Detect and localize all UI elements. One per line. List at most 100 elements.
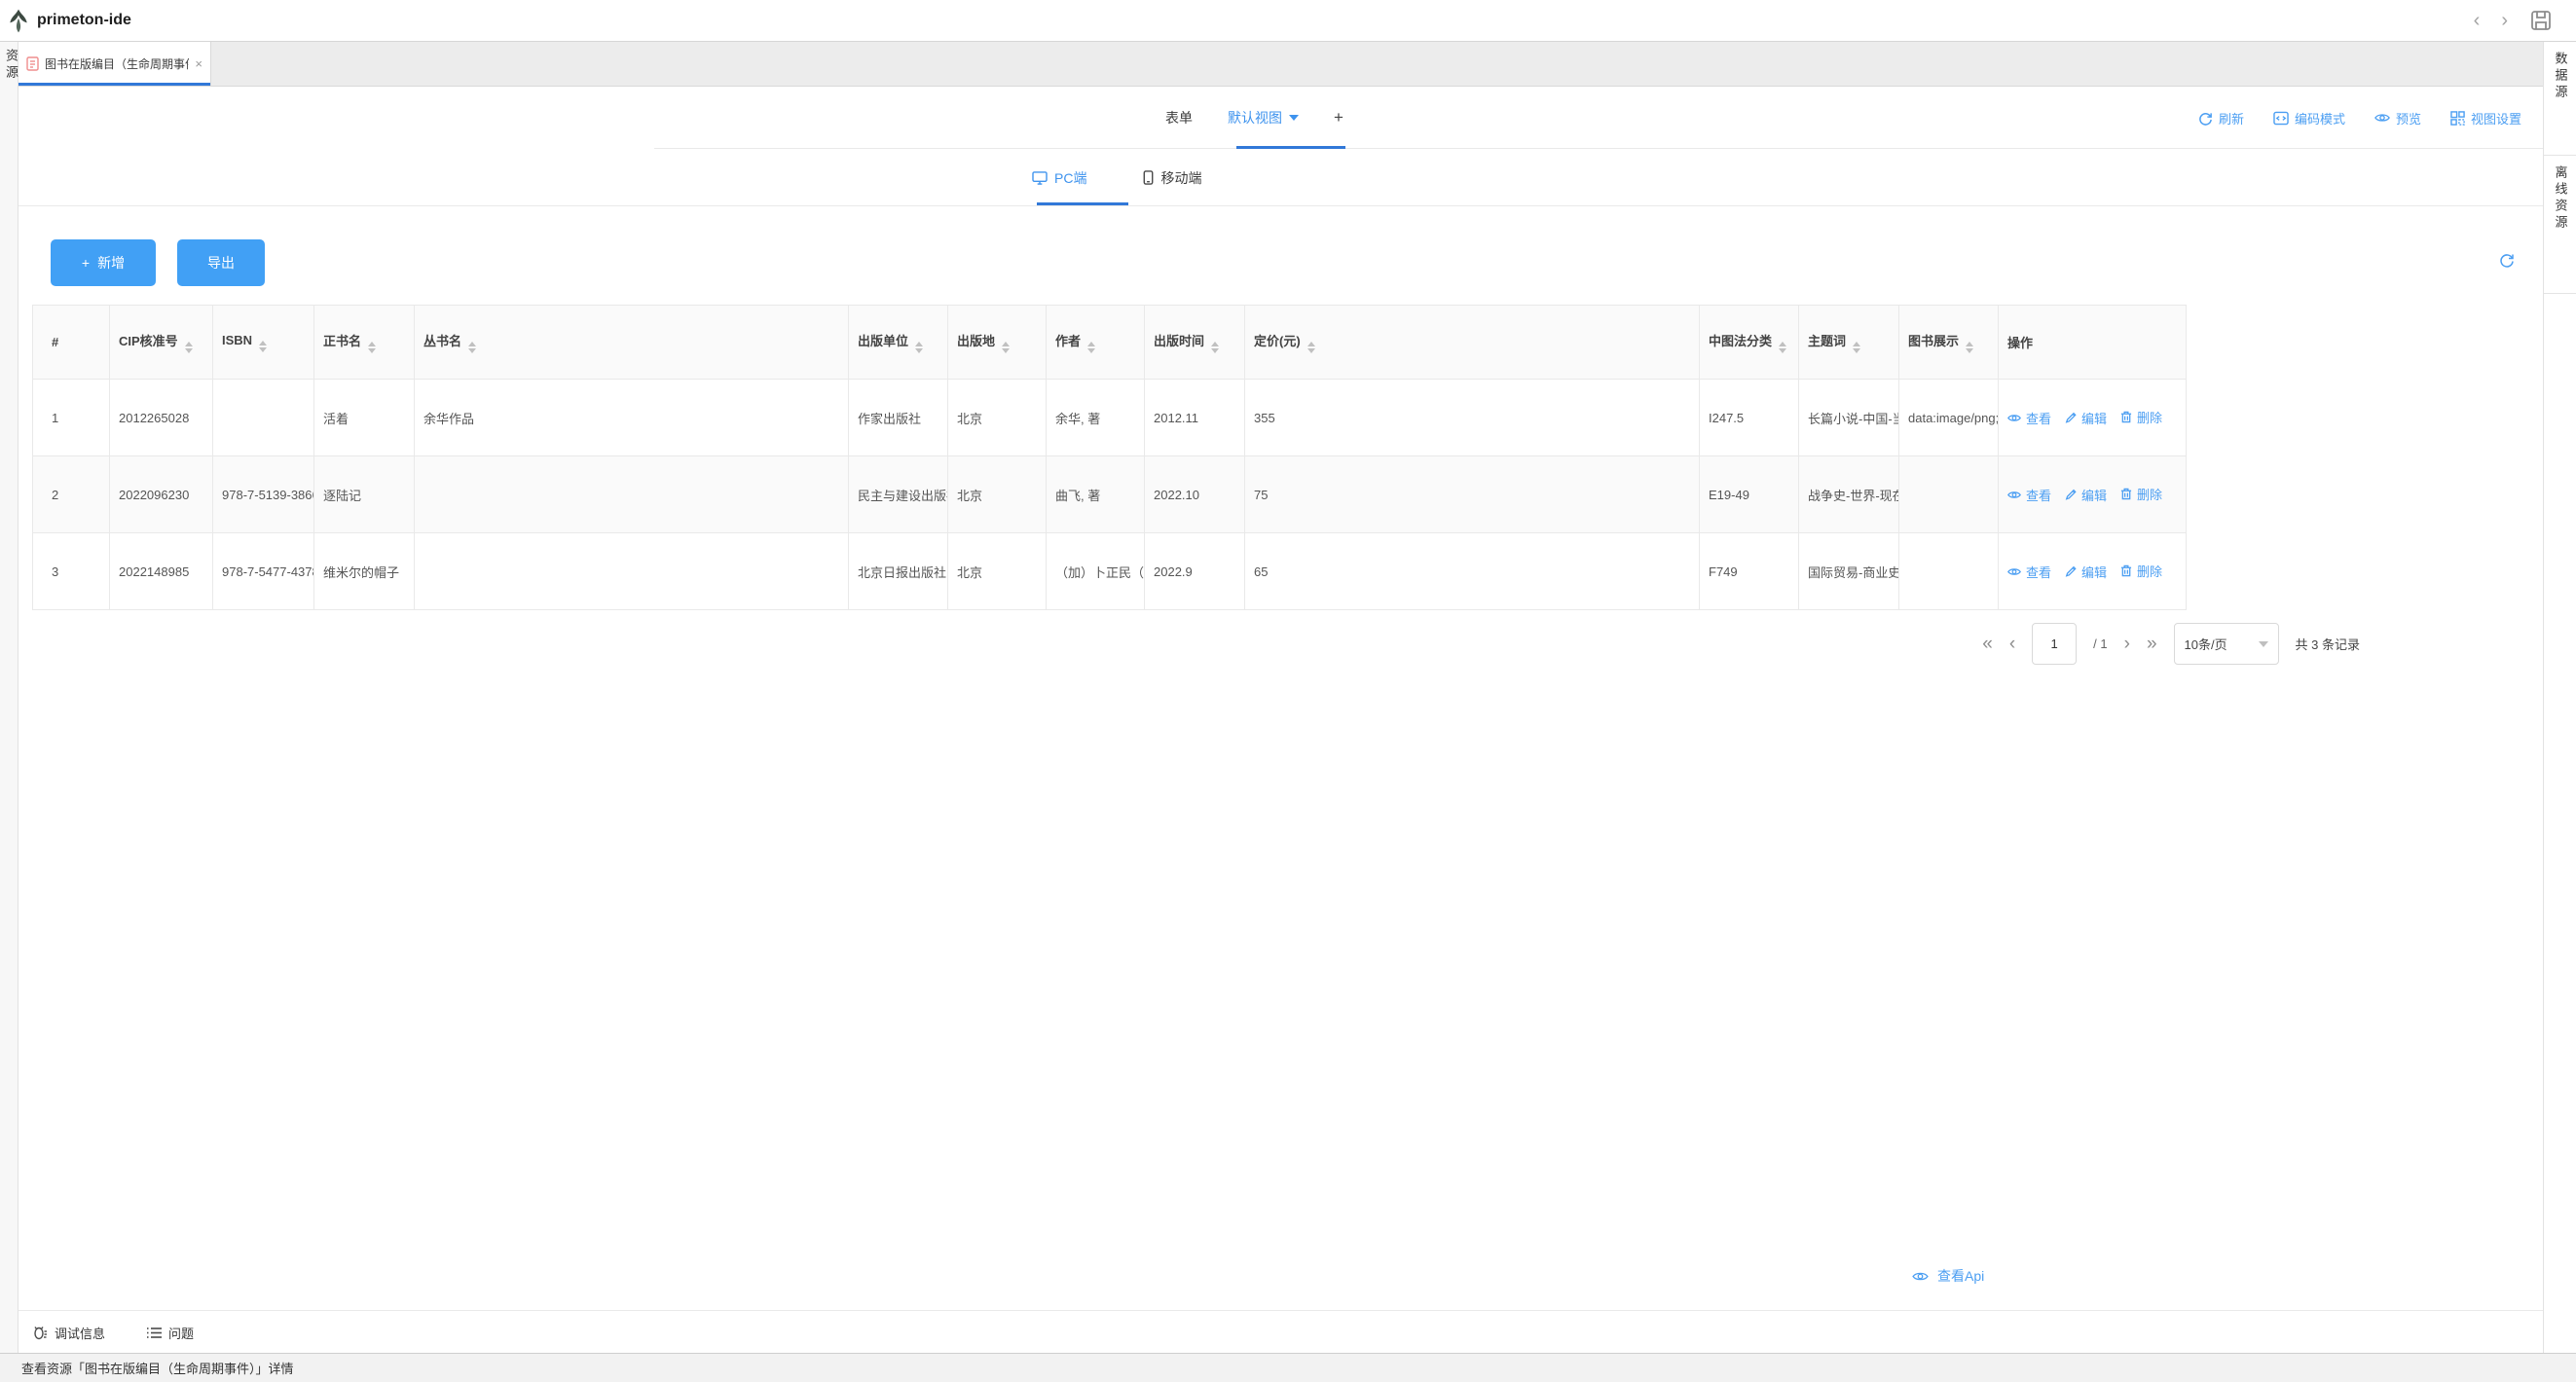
close-icon[interactable]: × <box>195 56 202 71</box>
add-view-button[interactable]: + <box>1334 108 1343 127</box>
right-rail-datasource[interactable]: 数据源 <box>2544 42 2576 156</box>
col-header-cip[interactable]: CIP核准号 <box>110 306 213 380</box>
col-header-label: ISBN <box>222 333 252 347</box>
sort-icon[interactable] <box>1211 342 1219 353</box>
col-header-pub-date[interactable]: 出版时间 <box>1145 306 1245 380</box>
tab-default-view[interactable]: 默认视图 <box>1228 108 1299 127</box>
save-icon[interactable] <box>2529 9 2553 32</box>
col-header-isbn[interactable]: ISBN <box>213 306 314 380</box>
records-table: #CIP核准号ISBN正书名丛书名出版单位出版地作者出版时间定价(元)中图法分类… <box>32 305 2187 610</box>
debug-info-button[interactable]: 调试信息 <box>32 1324 105 1342</box>
device-tabs-inkbar <box>1037 202 1128 205</box>
cell-text: 北京日报出版社 <box>858 565 946 580</box>
col-header-price[interactable]: 定价(元) <box>1245 306 1700 380</box>
col-header-series[interactable]: 丛书名 <box>415 306 849 380</box>
right-rail-offline-resources[interactable]: 离线资源 <box>2544 156 2576 294</box>
page-size-select[interactable]: 10条/页 <box>2174 623 2279 665</box>
view-settings-label: 视图设置 <box>2471 109 2521 127</box>
chevron-down-icon[interactable] <box>1289 115 1299 121</box>
cell-text: 长篇小说-中国-当 <box>1808 412 1899 426</box>
chevron-down-icon <box>2259 641 2268 647</box>
row-action-delete[interactable]: 删除 <box>2120 485 2162 503</box>
cell-pub-date: 2022.10 <box>1145 456 1245 533</box>
sort-icon[interactable] <box>468 342 476 353</box>
col-header-title[interactable]: 正书名 <box>314 306 415 380</box>
cell-idx: 3 <box>33 533 110 610</box>
titlebar-controls: ‹ › <box>2474 0 2553 41</box>
row-action-edit[interactable]: 编辑 <box>2065 486 2107 504</box>
row-action-view[interactable]: 查看 <box>2007 409 2051 427</box>
tab-mobile-label: 移动端 <box>1160 168 1201 188</box>
sort-icon[interactable] <box>1087 342 1095 353</box>
cell-text: 曲飞, 著 <box>1055 489 1100 503</box>
cell-text: 3 <box>52 564 58 579</box>
sort-icon[interactable] <box>1966 342 1973 353</box>
preview-button[interactable]: 预览 <box>2374 109 2421 127</box>
history-back-icon[interactable]: ‹ <box>2474 11 2481 30</box>
col-header-label: 正书名 <box>323 334 361 348</box>
sort-icon[interactable] <box>1307 342 1315 353</box>
cell-text: 75 <box>1254 488 1268 502</box>
cell-subject: 战争史-世界-现在 <box>1799 456 1899 533</box>
prev-page-icon[interactable]: ‹ <box>2009 635 2015 653</box>
row-action-edit[interactable]: 编辑 <box>2065 563 2107 581</box>
sort-icon[interactable] <box>259 341 267 352</box>
col-header-subject[interactable]: 主题词 <box>1799 306 1899 380</box>
last-page-icon[interactable]: » <box>2147 635 2157 653</box>
cell-text: 北京 <box>957 489 982 503</box>
page-total-label: / 1 <box>2093 636 2107 651</box>
sort-icon[interactable] <box>185 342 193 353</box>
cell-series <box>415 456 849 533</box>
col-header-label: 出版单位 <box>858 334 908 348</box>
row-action-view[interactable]: 查看 <box>2007 563 2051 581</box>
sort-icon[interactable] <box>368 342 376 353</box>
cell-text: 战争史-世界-现在 <box>1808 489 1899 503</box>
plus-icon: + <box>82 255 90 271</box>
cell-pub-date: 2012.11 <box>1145 380 1245 456</box>
sort-icon[interactable] <box>915 342 923 353</box>
right-rail: 数据源 离线资源 <box>2543 42 2576 1353</box>
row-action-delete[interactable]: 删除 <box>2120 408 2162 426</box>
col-header-label: 图书展示 <box>1908 334 1959 348</box>
refresh-button[interactable]: 刷新 <box>2198 109 2244 127</box>
cell-clc: I247.5 <box>1700 380 1799 456</box>
editor-tab-book-cip[interactable]: 图书在版编目（生命周期事件）* × <box>18 42 211 86</box>
col-header-label: CIP核准号 <box>119 334 178 348</box>
problems-button[interactable]: 问题 <box>146 1324 194 1342</box>
sort-icon[interactable] <box>1853 342 1860 353</box>
cell-subject: 长篇小说-中国-当 <box>1799 380 1899 456</box>
cell-text: 国际贸易-商业史 <box>1808 565 1899 580</box>
view-api-link[interactable]: 查看Api <box>1912 1266 1984 1286</box>
export-button[interactable]: 导出 <box>177 239 265 286</box>
sort-icon[interactable] <box>1002 342 1010 353</box>
col-header-author[interactable]: 作者 <box>1047 306 1145 380</box>
row-action-edit[interactable]: 编辑 <box>2065 409 2107 427</box>
page-number-input[interactable]: 1 <box>2032 623 2077 665</box>
col-header-label: 出版地 <box>957 334 995 348</box>
cell-isbn: 978-7-5477-4378 <box>213 533 314 610</box>
code-mode-button[interactable]: 编码模式 <box>2273 109 2345 127</box>
sort-icon[interactable] <box>1779 342 1786 353</box>
row-action-label: 删除 <box>2137 562 2162 580</box>
col-header-clc[interactable]: 中图法分类 <box>1700 306 1799 380</box>
code-window-icon <box>2273 111 2289 126</box>
col-header-publisher[interactable]: 出版单位 <box>849 306 948 380</box>
row-action-delete[interactable]: 删除 <box>2120 562 2162 580</box>
eye-icon <box>2007 490 2021 500</box>
tab-mobile[interactable]: 移动端 <box>1143 168 1201 188</box>
next-page-icon[interactable]: › <box>2124 635 2130 653</box>
tab-form[interactable]: 表单 <box>1165 108 1193 127</box>
view-settings-button[interactable]: 视图设置 <box>2450 109 2521 127</box>
history-forward-icon[interactable]: › <box>2501 11 2508 30</box>
cell-price: 75 <box>1245 456 1700 533</box>
tab-pc[interactable]: PC端 <box>1032 168 1086 188</box>
row-action-view[interactable]: 查看 <box>2007 486 2051 504</box>
table-refresh-icon[interactable] <box>2499 252 2515 268</box>
first-page-icon[interactable]: « <box>1982 635 1993 653</box>
col-header-place[interactable]: 出版地 <box>948 306 1047 380</box>
row-action-label: 查看 <box>2026 409 2051 427</box>
add-record-button[interactable]: + 新增 <box>51 239 156 286</box>
cell-clc: F749 <box>1700 533 1799 610</box>
col-header-display[interactable]: 图书展示 <box>1899 306 1999 380</box>
cell-text: 余华, 著 <box>1055 412 1100 426</box>
